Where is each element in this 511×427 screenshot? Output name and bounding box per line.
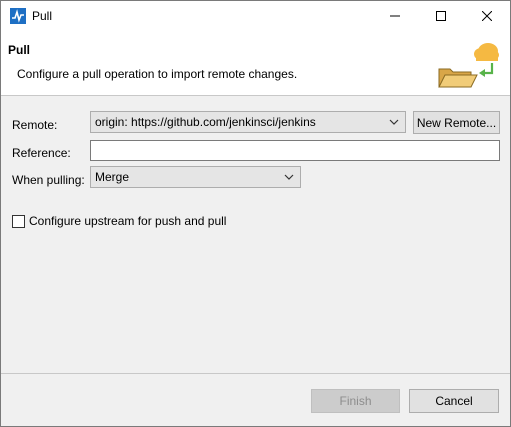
minimize-button[interactable] (372, 1, 418, 31)
remote-select-value: origin: https://github.com/jenkinsci/jen… (95, 115, 316, 129)
pull-wizard-icon (438, 43, 499, 88)
header-banner: Pull Configure a pull operation to impor… (1, 31, 510, 96)
close-icon (482, 11, 492, 21)
banner-message: Configure a pull operation to import rem… (17, 67, 298, 81)
chevron-down-icon (284, 174, 294, 180)
title-bar[interactable]: Pull (1, 1, 510, 31)
banner-title: Pull (8, 43, 31, 57)
remote-label: Remote: (12, 118, 58, 132)
remote-select[interactable]: origin: https://github.com/jenkinsci/jen… (90, 111, 406, 133)
arrow-icon (479, 63, 494, 77)
maximize-icon (436, 11, 446, 21)
when-pulling-select-value: Merge (95, 170, 130, 184)
maximize-button[interactable] (418, 1, 464, 31)
when-pulling-label: When pulling: (12, 173, 85, 187)
finish-button[interactable]: Finish (311, 389, 400, 413)
app-icon (10, 8, 26, 24)
folder-icon (438, 68, 478, 88)
pull-dialog: Pull Pull Configure a pull operation to … (0, 0, 511, 427)
close-button[interactable] (464, 1, 510, 31)
window-title: Pull (32, 9, 53, 23)
reference-label: Reference: (12, 146, 71, 160)
cloud-icon (474, 43, 499, 61)
configure-upstream-checkbox[interactable] (12, 215, 25, 228)
configure-upstream-label: Configure upstream for push and pull (29, 214, 227, 228)
reference-input[interactable] (90, 140, 500, 161)
new-remote-button[interactable]: New Remote... (413, 111, 500, 134)
minimize-icon (390, 15, 400, 17)
chevron-down-icon (389, 119, 399, 125)
footer-separator (1, 373, 510, 374)
when-pulling-select[interactable]: Merge (90, 166, 301, 188)
cancel-button[interactable]: Cancel (409, 389, 499, 413)
